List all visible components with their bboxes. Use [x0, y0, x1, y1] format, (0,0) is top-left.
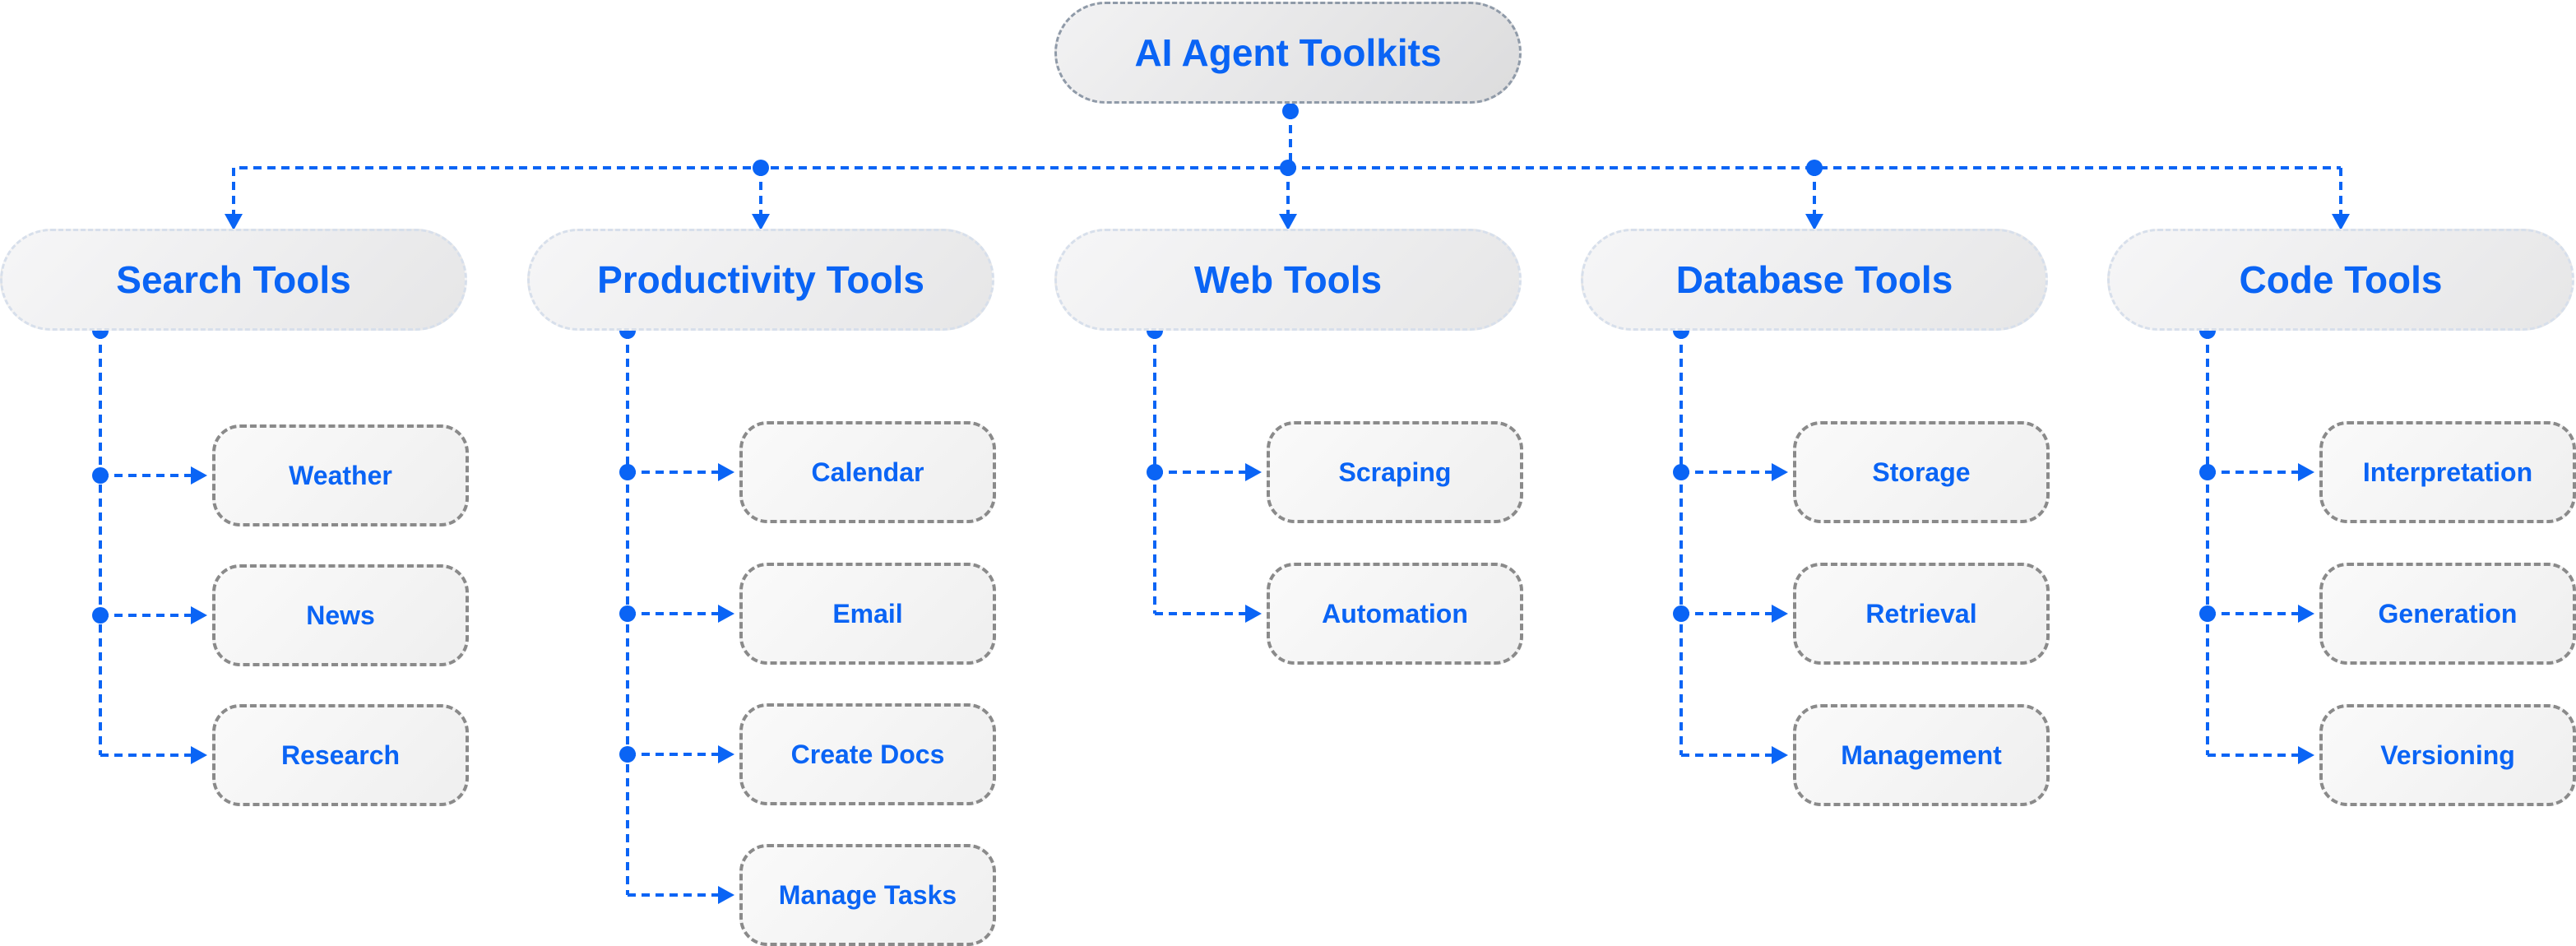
bus-junction-dot [753, 160, 769, 176]
leaf-node-calendar[interactable]: Calendar [739, 421, 996, 523]
leaf-label: Versioning [2380, 740, 2515, 770]
leaf-node-scraping[interactable]: Scraping [1267, 421, 1523, 523]
leaf-arrow-icon [1772, 463, 1788, 481]
category-node-web-tools[interactable]: Web Tools [1054, 229, 1522, 331]
diagram-canvas: AI Agent Toolkits Search Tools Weather New… [0, 0, 2576, 946]
category-label: Code Tools [2239, 258, 2443, 301]
leaf-arrow-icon [1772, 605, 1788, 623]
category-label: Productivity Tools [597, 258, 924, 301]
leaf-arrow-icon [1772, 746, 1788, 764]
leaf-node-news[interactable]: News [212, 564, 469, 666]
leaf-node-manage-tasks[interactable]: Manage Tasks [739, 844, 996, 946]
leaf-arrow-icon [191, 746, 207, 764]
category-node-productivity-tools[interactable]: Productivity Tools [527, 229, 994, 331]
leaf-label: Create Docs [790, 739, 945, 769]
leaf-label: Email [832, 598, 903, 628]
category-node-database-tools[interactable]: Database Tools [1581, 229, 2048, 331]
leaf-label: Interpretation [2362, 457, 2533, 487]
leaf-label: Weather [289, 460, 392, 490]
leaf-node-versioning[interactable]: Versioning [2319, 704, 2576, 806]
leaf-label: Scraping [1338, 457, 1452, 487]
leaf-node-email[interactable]: Email [739, 563, 996, 665]
leaf-label: Retrieval [1865, 598, 1977, 628]
leaf-arrow-icon [718, 605, 734, 623]
category-arrow-icon [1805, 214, 1823, 230]
leaf-node-generation[interactable]: Generation [2319, 563, 2576, 665]
bus-junction-dot [1280, 160, 1296, 176]
leaf-arrow-icon [1245, 605, 1262, 623]
leaf-arrow-icon [191, 606, 207, 624]
leaf-node-automation[interactable]: Automation [1267, 563, 1523, 665]
leaf-label: Calendar [811, 457, 924, 487]
category-node-code-tools[interactable]: Code Tools [2107, 229, 2574, 331]
category-label: Search Tools [116, 258, 351, 301]
category-arrow-icon [752, 214, 770, 230]
category-arrow-icon [1279, 214, 1297, 230]
leaf-node-weather[interactable]: Weather [212, 424, 469, 526]
leaf-arrow-icon [191, 466, 207, 485]
leaf-arrow-icon [2298, 605, 2314, 623]
leaf-node-storage[interactable]: Storage [1793, 421, 2050, 523]
leaf-node-create-docs[interactable]: Create Docs [739, 703, 996, 805]
leaf-arrow-icon [1245, 463, 1262, 481]
leaf-arrow-icon [718, 745, 734, 763]
leaf-label: News [306, 600, 375, 630]
leaf-arrow-icon [2298, 463, 2314, 481]
leaf-arrow-icon [718, 463, 734, 481]
root-label: AI Agent Toolkits [1134, 31, 1442, 74]
category-label: Database Tools [1675, 258, 1953, 301]
category-label: Web Tools [1193, 258, 1383, 301]
leaf-node-interpretation[interactable]: Interpretation [2319, 421, 2576, 523]
category-arrow-icon [2332, 214, 2350, 230]
leaf-label: Automation [1322, 598, 1468, 628]
leaf-label: Generation [2378, 598, 2518, 628]
leaf-label: Research [280, 740, 401, 770]
leaf-arrow-icon [2298, 746, 2314, 764]
leaf-node-management[interactable]: Management [1793, 704, 2050, 806]
category-arrow-icon [225, 214, 243, 230]
leaf-node-research[interactable]: Research [212, 704, 469, 806]
root-node[interactable]: AI Agent Toolkits [1054, 2, 1522, 104]
leaf-arrow-icon [718, 886, 734, 904]
leaf-node-retrieval[interactable]: Retrieval [1793, 563, 2050, 665]
leaf-label: Management [1841, 740, 2002, 770]
leaf-label: Storage [1872, 457, 1971, 487]
leaf-label: Manage Tasks [778, 879, 957, 910]
category-node-search-tools[interactable]: Search Tools [0, 229, 467, 331]
bus-junction-dot [1806, 160, 1823, 176]
